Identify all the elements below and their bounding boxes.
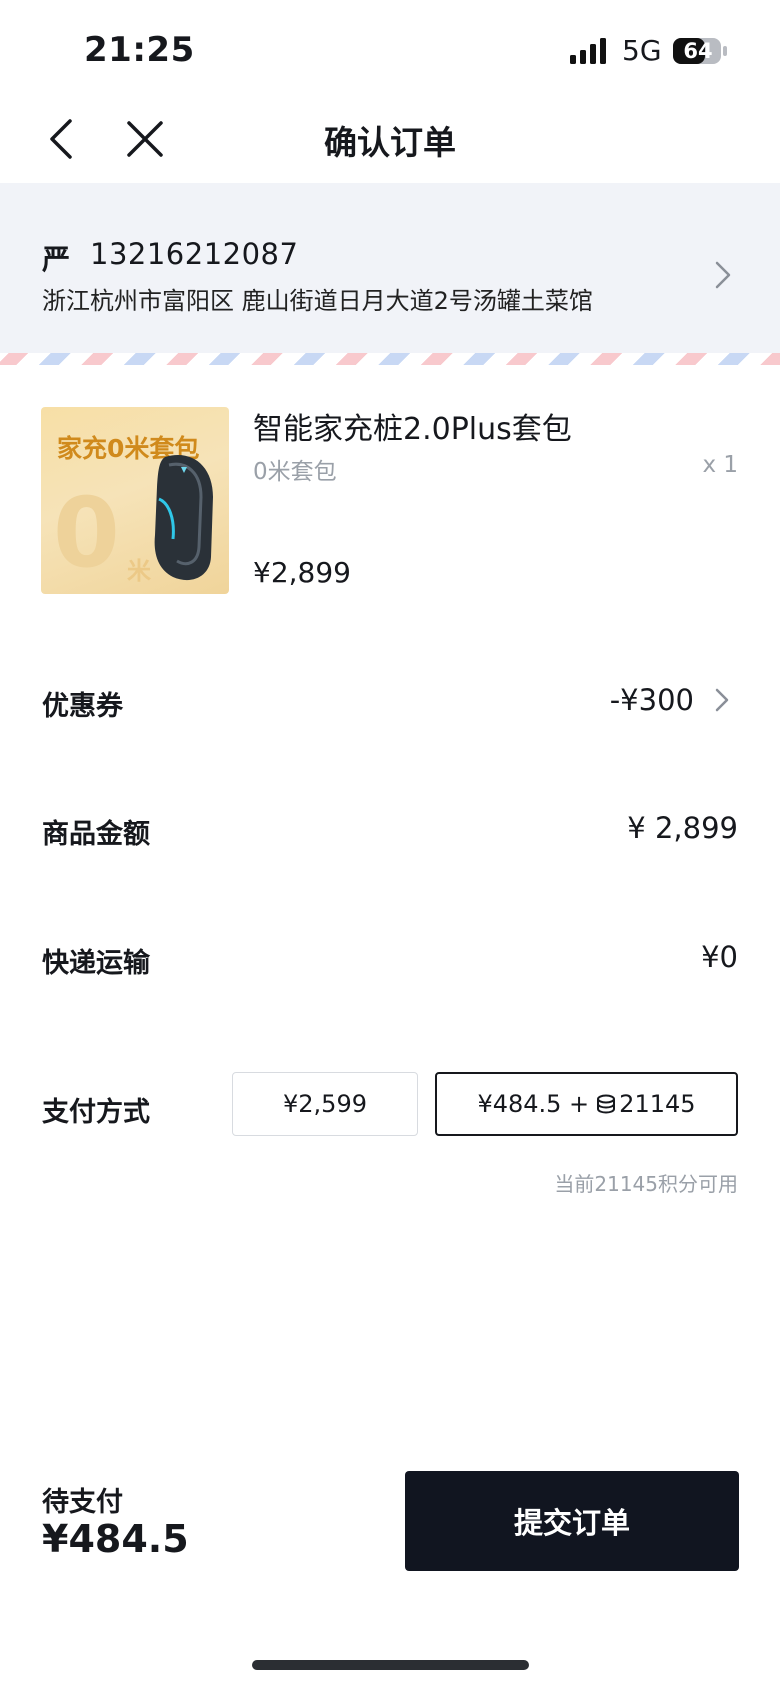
recipient-name: 严: [42, 243, 71, 276]
battery-icon: 64: [672, 36, 728, 66]
payment-option-points-amount: 21145: [619, 1090, 696, 1118]
home-indicator[interactable]: [252, 1660, 529, 1670]
payment-option-points-cash: ¥484.5 +: [477, 1090, 590, 1118]
chevron-right-icon[interactable]: [714, 687, 730, 713]
network-label: 5G: [622, 34, 662, 67]
coin-icon: [597, 1094, 616, 1114]
payment-option-cash-label: ¥2,599: [283, 1090, 367, 1118]
shipping-value: ¥0: [701, 940, 738, 974]
status-time: 21:25: [84, 30, 195, 70]
amount-due-value: ¥484.5: [42, 1517, 189, 1561]
submit-order-label: 提交订单: [513, 1506, 630, 1540]
coupon-label: 优惠券: [42, 691, 123, 722]
product-spec: 0米套包: [253, 459, 337, 485]
battery-level: 64: [683, 39, 713, 63]
page-title: 确认订单: [324, 123, 456, 162]
amount-due-label: 待支付: [42, 1487, 123, 1518]
charger-icon: [154, 454, 213, 581]
signal-icon: [570, 38, 606, 64]
payment-method-label: 支付方式: [42, 1097, 150, 1128]
product-image: 家充0米套包 0 米: [41, 407, 229, 594]
goods-amount-value: ¥ 2,899: [627, 811, 738, 845]
product-name: 智能家充桩2.0Plus套包: [253, 412, 572, 447]
product-quantity: x 1: [702, 452, 738, 478]
payment-option-cash[interactable]: ¥2,599: [232, 1072, 418, 1136]
coupon-value[interactable]: -¥300: [610, 683, 694, 717]
recipient-phone: 13216212087: [90, 237, 299, 271]
points-available-note: 当前21145积分可用: [554, 1172, 738, 1196]
chevron-right-icon[interactable]: [712, 258, 734, 292]
shipping-label: 快递运输: [42, 948, 150, 979]
submit-order-button[interactable]: 提交订单: [405, 1471, 739, 1571]
goods-amount-label: 商品金额: [42, 819, 150, 850]
payment-option-points[interactable]: ¥484.5 + 21145: [435, 1072, 738, 1136]
address-divider: [0, 353, 780, 365]
address-detail: 浙江杭州市富阳区 鹿山街道日月大道2号汤罐土菜馆: [42, 287, 593, 315]
product-price: ¥2,899: [253, 556, 351, 589]
